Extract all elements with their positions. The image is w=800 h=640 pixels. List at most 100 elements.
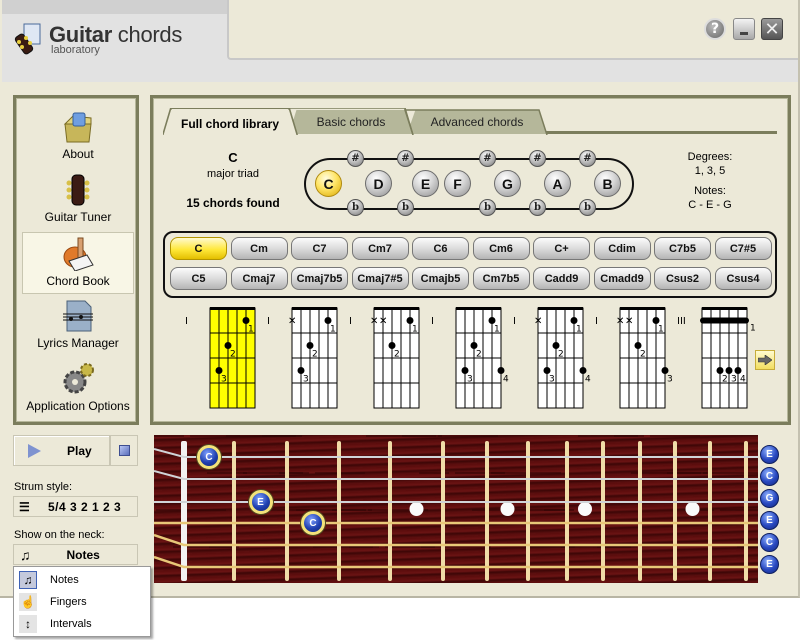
chord-button[interactable]: Csus2 xyxy=(654,267,711,290)
note-button-e[interactable]: E xyxy=(412,170,439,197)
play-button[interactable]: Play xyxy=(13,435,110,466)
close-button[interactable]: ✕ xyxy=(761,18,783,40)
sidebar-item-guitar-tuner[interactable]: Guitar Tuner xyxy=(22,169,134,231)
chord-diagram[interactable]: I 1 2 3 4 xyxy=(429,306,509,414)
wood-grain xyxy=(402,435,442,437)
chord-button[interactable]: Cdim xyxy=(593,237,651,260)
notes-label: Notes: xyxy=(694,185,726,197)
sharp-button[interactable]: # xyxy=(347,150,364,167)
fretted-note-marker[interactable]: C xyxy=(197,445,221,469)
finger-dot xyxy=(661,367,669,374)
fret-position-label: I xyxy=(431,316,434,327)
chord-button[interactable]: Cmaj7b5 xyxy=(291,267,348,290)
chord-diagram[interactable]: I 1 2 3 xyxy=(183,306,263,414)
sharp-button[interactable]: # xyxy=(397,150,414,167)
tab-bar: Advanced chords Basic chords Full chord … xyxy=(163,108,777,137)
sidebar-item-lyrics-manager[interactable]: Lyrics Manager xyxy=(22,295,134,357)
chord-button[interactable]: C+ xyxy=(533,237,590,260)
chord-button[interactable]: C7b5 xyxy=(654,237,711,260)
chord-button[interactable]: Cm6 xyxy=(472,237,530,260)
sidebar-item-label: Application Options xyxy=(26,399,130,413)
sharp-button[interactable]: # xyxy=(529,150,546,167)
chord-button[interactable]: Cmaj7#5 xyxy=(351,267,409,290)
finger-number: 2 xyxy=(394,350,400,360)
chord-button[interactable]: Cmaj7 xyxy=(230,267,288,290)
chord-diagram[interactable]: I ✕ 1 2 3 xyxy=(265,306,345,414)
sidebar-item-application-options[interactable]: Application Options xyxy=(22,358,134,420)
flat-button[interactable]: b xyxy=(479,199,496,216)
open-string-note[interactable]: C xyxy=(760,467,779,486)
finger-dot xyxy=(242,317,250,324)
open-string-note[interactable]: E xyxy=(760,511,779,530)
chord-button[interactable]: Cm xyxy=(230,237,288,260)
note-button-a[interactable]: A xyxy=(544,170,571,197)
open-string-note[interactable]: G xyxy=(760,489,779,508)
chord-button[interactable]: C6 xyxy=(412,237,469,260)
chord-diagram[interactable]: I ✕ 1 2 3 4 xyxy=(511,306,591,414)
chord-diagram[interactable]: I ✕ ✕ 1 2 xyxy=(347,306,427,414)
fret-wire xyxy=(565,441,569,581)
open-string-note[interactable]: E xyxy=(760,445,779,464)
menu-item-notes[interactable]: ♫ Notes xyxy=(17,569,148,590)
flat-button[interactable]: b xyxy=(397,199,414,216)
chord-button[interactable]: C7#5 xyxy=(714,237,772,260)
stop-button[interactable] xyxy=(110,435,138,466)
sharp-button[interactable]: # xyxy=(479,150,496,167)
muted-string-mark: ✕ xyxy=(616,316,624,327)
strum-style-selector[interactable]: ☰ 5/4 3 2 1 2 3 xyxy=(13,496,138,517)
fret-wire xyxy=(526,441,530,581)
chord-button[interactable]: Cm7b5 xyxy=(472,267,530,290)
finger-dot xyxy=(488,317,496,324)
chord-diagram[interactable]: III 1 2 3 4 xyxy=(675,306,755,414)
chord-book-icon xyxy=(63,237,94,271)
note-button-g[interactable]: G xyxy=(494,170,521,197)
note-button-d[interactable]: D xyxy=(365,170,392,197)
tab-advanced-chords[interactable]: Advanced chords xyxy=(407,110,547,134)
chord-button[interactable]: Cadd9 xyxy=(533,267,590,290)
chord-button[interactable]: C5 xyxy=(170,267,227,290)
chord-button[interactable]: Cmadd9 xyxy=(593,267,651,290)
menu-item-fingers[interactable]: ☝ Fingers xyxy=(17,591,148,612)
flat-button[interactable]: b xyxy=(529,199,546,216)
note-button-c[interactable]: C xyxy=(315,170,342,197)
show-on-neck-menu: ♫ Notes ☝ Fingers ↕ Intervals xyxy=(13,566,151,637)
sharp-button[interactable]: # xyxy=(579,150,596,167)
next-diagrams-button[interactable] xyxy=(755,350,775,370)
app-subtitle: laboratory xyxy=(51,44,100,56)
chord-button[interactable]: Cm7 xyxy=(351,237,409,260)
chord-button[interactable]: Csus4 xyxy=(714,267,772,290)
chords-found-count: 15 chords found xyxy=(186,196,280,210)
fretboard[interactable]: C E C xyxy=(154,435,758,583)
finger-number: 3 xyxy=(467,375,473,385)
tab-basic-chords[interactable]: Basic chords xyxy=(289,110,413,134)
open-string-note[interactable]: E xyxy=(760,555,779,574)
sidebar-item-chord-book[interactable]: Chord Book xyxy=(22,232,134,294)
sidebar-item-about[interactable]: About xyxy=(22,106,134,168)
menu-item-label: Intervals xyxy=(50,617,92,630)
chord-diagram[interactable]: I ✕ ✕ 1 2 3 xyxy=(593,306,673,414)
finger-number: 1 xyxy=(248,325,254,335)
note-button-b[interactable]: B xyxy=(594,170,621,197)
tab-full-chord-library[interactable]: Full chord library xyxy=(163,110,297,137)
finger-number: 1 xyxy=(330,325,336,335)
flat-button[interactable]: b xyxy=(347,199,364,216)
finger-number: 1 xyxy=(658,325,664,335)
flat-button[interactable]: b xyxy=(579,199,596,216)
chord-button[interactable]: C7 xyxy=(291,237,348,260)
minimize-button[interactable] xyxy=(733,18,755,40)
fret-wire xyxy=(232,441,236,581)
help-button[interactable]: ? xyxy=(704,18,726,40)
finger-number: 1 xyxy=(750,324,755,334)
menu-item-intervals[interactable]: ↕ Intervals xyxy=(17,613,148,634)
open-string-note[interactable]: C xyxy=(760,533,779,552)
fret-wire xyxy=(601,441,605,581)
chord-button[interactable]: Cmajb5 xyxy=(412,267,469,290)
show-on-neck-dropdown[interactable]: ♫ Notes xyxy=(13,544,138,565)
finger-number: 2 xyxy=(722,375,728,385)
strum-style-label: Strum style: xyxy=(14,481,73,493)
nut xyxy=(210,307,255,310)
fretted-note-marker[interactable]: C xyxy=(301,511,325,535)
note-button-f[interactable]: F xyxy=(444,170,471,197)
fretted-note-marker[interactable]: E xyxy=(248,490,273,514)
chord-button[interactable]: C xyxy=(170,237,227,260)
